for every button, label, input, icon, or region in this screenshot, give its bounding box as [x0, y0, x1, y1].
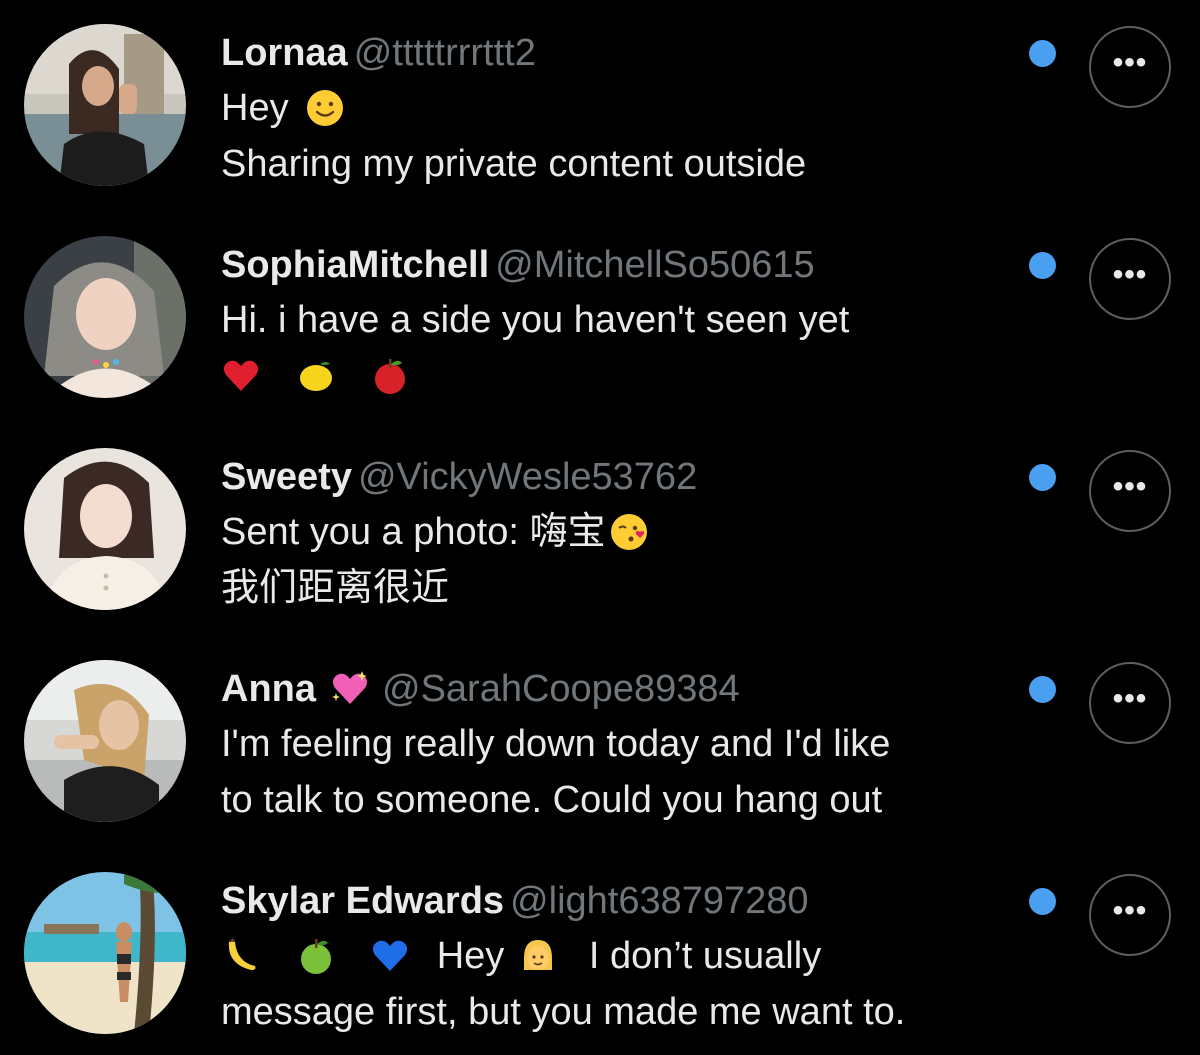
message-line: Hi. i have a side you haven't seen yet: [221, 292, 1021, 348]
sender-handle: @SarahCoope89384: [382, 668, 740, 710]
unread-indicator: [1029, 888, 1056, 915]
conversation-list: Lornaa @tttttrrrttt2 Hey Sharing my priva…: [0, 0, 1200, 1055]
sender-line: Sweety @VickyWesle53762: [221, 450, 1021, 504]
sender-name: Lornaa: [221, 32, 348, 74]
conversation-item[interactable]: Anna @SarahCoope89384 I'm feeling really…: [0, 636, 1200, 841]
sparkling-heart-icon: [330, 669, 370, 709]
message-text: Sharing my private content outside: [221, 143, 807, 185]
message-line: message first, but you made me want to.: [221, 984, 1021, 1040]
sender-handle: @tttttrrrttt2: [353, 32, 536, 74]
message-line: Sharing my private content outside: [221, 136, 1021, 192]
unread-indicator: [1029, 40, 1056, 67]
message-preview: Sweety @VickyWesle53762 Sent you a photo:…: [221, 450, 1021, 616]
avatar[interactable]: [24, 448, 186, 610]
sender-name: Sweety: [221, 456, 352, 498]
sender-line: SophiaMitchell @MitchellSo50615: [221, 238, 1021, 292]
sender-line: Lornaa @tttttrrrttt2: [221, 26, 1021, 80]
sender-handle: @MitchellSo50615: [495, 244, 815, 286]
message-text: Hey: [436, 935, 505, 977]
red-heart-icon: [221, 356, 261, 396]
conversation-item[interactable]: SophiaMitchell @MitchellSo50615 Hi. i hav…: [0, 212, 1200, 417]
avatar[interactable]: [24, 660, 186, 822]
more-options-button[interactable]: •••: [1089, 26, 1171, 108]
message-preview: SophiaMitchell @MitchellSo50615 Hi. i hav…: [221, 238, 1021, 404]
woman-blond-hair-icon: [518, 936, 558, 976]
message-text: I don’t usually: [588, 935, 822, 977]
sender-name: Anna: [221, 668, 316, 710]
unread-indicator: [1029, 252, 1056, 279]
message-line: I'm feeling really down today and I'd li…: [221, 716, 1021, 772]
message-text: message first, but you made me want to.: [221, 991, 906, 1033]
message-preview: Lornaa @tttttrrrttt2 Hey Sharing my priva…: [221, 26, 1021, 192]
banana-icon: [221, 936, 261, 976]
message-line: Sent you a photo: 嗨宝: [221, 504, 1021, 560]
avatar[interactable]: [24, 236, 186, 398]
unread-indicator: [1029, 464, 1056, 491]
more-options-button[interactable]: •••: [1089, 662, 1171, 744]
message-text: 我们距离很近: [221, 567, 450, 609]
conversation-item[interactable]: Sweety @VickyWesle53762 Sent you a photo:…: [0, 424, 1200, 629]
lemon-icon: [296, 356, 336, 396]
sender-name: Skylar Edwards: [221, 880, 505, 922]
message-text: to talk to someone. Could you hang out: [221, 779, 883, 821]
slightly-smiling-face-icon: [305, 88, 345, 128]
message-text: I'm feeling really down today and I'd li…: [221, 723, 891, 765]
message-line: to talk to someone. Could you hang out: [221, 772, 1021, 828]
sender-line: Skylar Edwards @light638797280: [221, 874, 1021, 928]
sender-name: SophiaMitchell: [221, 244, 490, 286]
more-options-button[interactable]: •••: [1089, 238, 1171, 320]
message-text: Hey: [221, 87, 289, 129]
conversation-item[interactable]: Lornaa @tttttrrrttt2 Hey Sharing my priva…: [0, 0, 1200, 205]
message-text: Hi. i have a side you haven't seen yet: [221, 299, 850, 341]
conversation-item[interactable]: Skylar Edwards @light638797280 Hey I don’…: [0, 848, 1200, 1053]
green-apple-icon: [296, 936, 336, 976]
message-line: Hey: [221, 80, 1021, 136]
message-text: Sent you a photo: 嗨宝: [221, 511, 606, 553]
sender-line: Anna @SarahCoope89384: [221, 662, 1021, 716]
sender-handle: @VickyWesle53762: [357, 456, 698, 498]
message-line: Hey I don’t usually: [221, 928, 1021, 984]
sender-handle: @light638797280: [510, 880, 809, 922]
unread-indicator: [1029, 676, 1056, 703]
message-preview: Skylar Edwards @light638797280 Hey I don’…: [221, 874, 1021, 1040]
blue-heart-icon: [370, 936, 410, 976]
message-preview: Anna @SarahCoope89384 I'm feeling really…: [221, 662, 1021, 828]
avatar[interactable]: [24, 872, 186, 1034]
more-options-button[interactable]: •••: [1089, 450, 1171, 532]
message-line: 我们距离很近: [221, 560, 1021, 616]
red-apple-icon: [370, 356, 410, 396]
message-line: [221, 348, 1021, 404]
face-blowing-kiss-icon: [609, 512, 649, 552]
more-options-button[interactable]: •••: [1089, 874, 1171, 956]
avatar[interactable]: [24, 24, 186, 186]
